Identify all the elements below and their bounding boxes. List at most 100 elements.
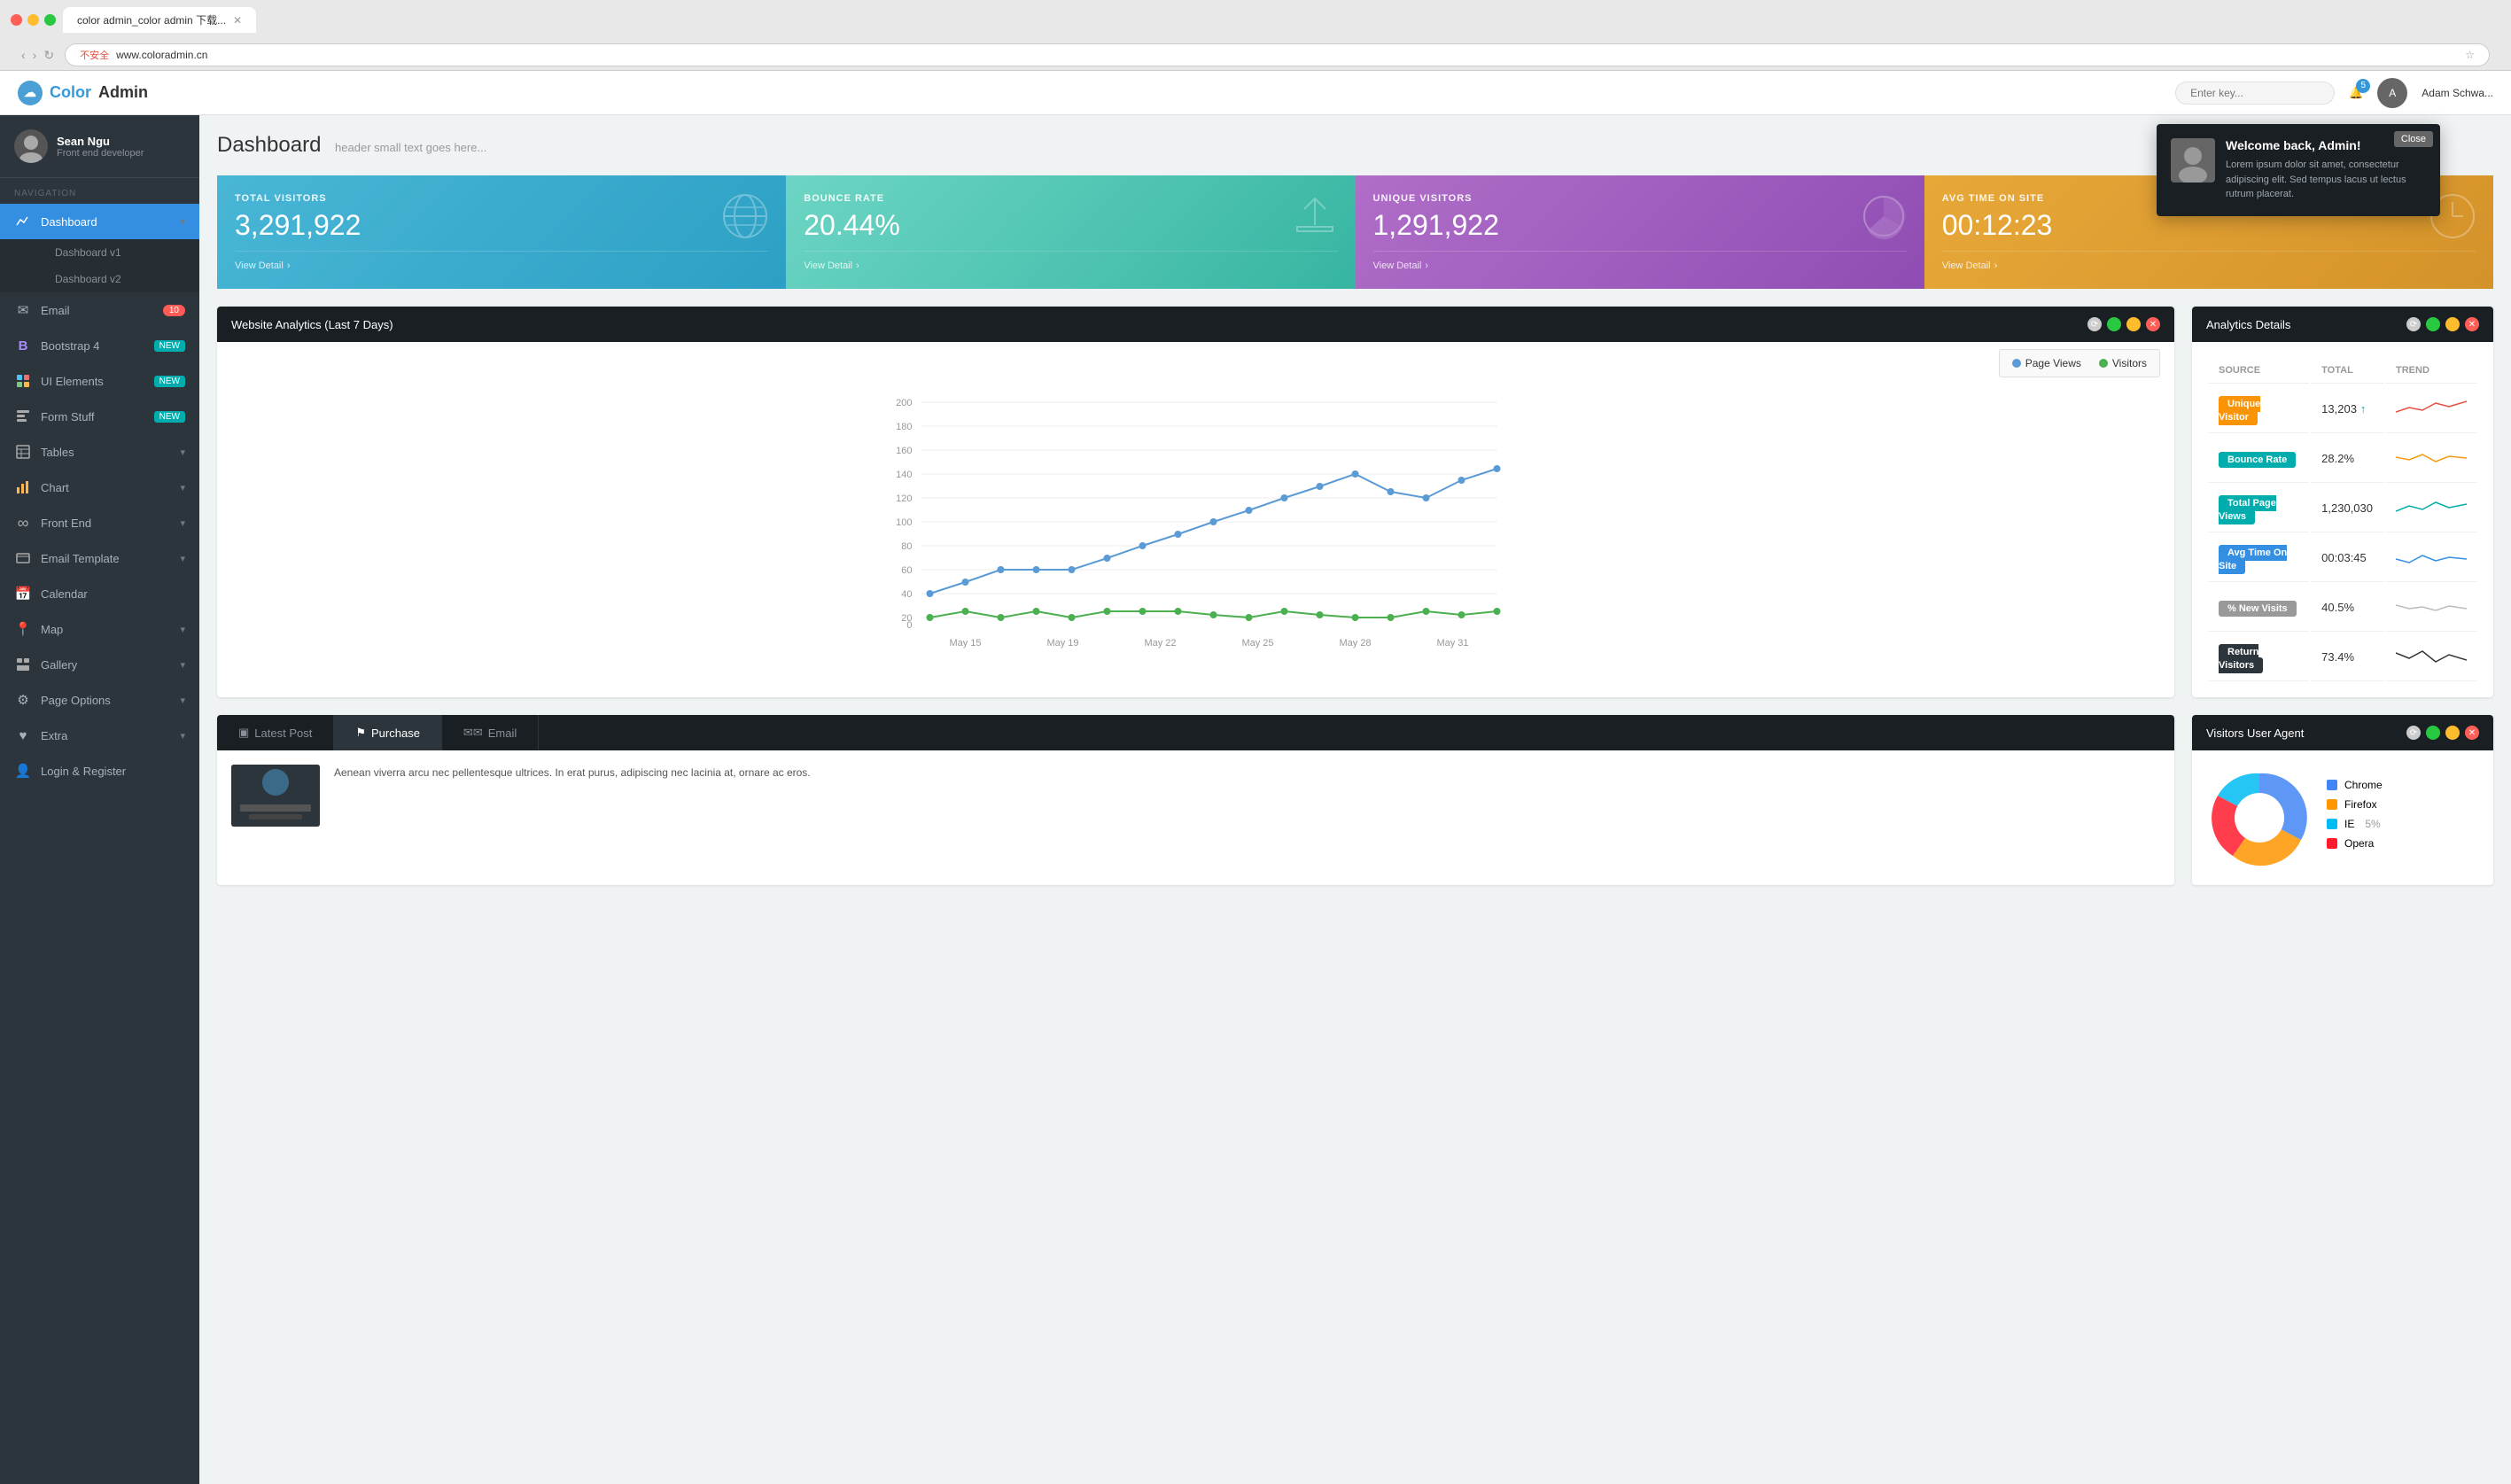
notification-count: 5	[2356, 79, 2370, 93]
tab-email[interactable]: ✉✉ Email	[442, 715, 539, 750]
window-controls	[11, 14, 56, 26]
notif-body: Lorem ipsum dolor sit amet, consectetur …	[2226, 158, 2426, 202]
notification-popup: Welcome back, Admin! Lorem ipsum dolor s…	[2157, 124, 2440, 216]
ui-new-badge: NEW	[154, 376, 185, 387]
sidebar-subitem-dashboard-v2[interactable]: Dashboard v2	[41, 266, 199, 292]
main-content: Dashboard header small text goes here...…	[199, 115, 2511, 1484]
visitors-close-button[interactable]: ✕	[2465, 726, 2479, 740]
svg-text:May 15: May 15	[949, 638, 981, 649]
total-pageviews: 1,230,030	[2321, 501, 2373, 515]
tab-label-purchase: Purchase	[371, 726, 420, 740]
svg-text:80: 80	[901, 541, 912, 552]
email-tab-icon: ✉✉	[463, 726, 483, 740]
trend-line-unique	[2396, 394, 2467, 421]
reload-button[interactable]: ↻	[43, 48, 54, 63]
visitors-minimize-button[interactable]	[2445, 726, 2460, 740]
up-arrow-icon: ↑	[2360, 402, 2367, 416]
analytics-details-panel: Analytics Details ⟳ ✕ Source	[2192, 307, 2493, 697]
col-header-total: Total	[2311, 358, 2383, 384]
sidebar-user-info: Sean Ngu Front end developer	[57, 135, 144, 159]
trend-line-return	[2396, 642, 2467, 669]
sidebar-item-form-stuff[interactable]: Form Stuff NEW	[0, 399, 199, 434]
sidebar-item-ui-elements[interactable]: UI Elements NEW	[0, 363, 199, 399]
analytics-chart-title: Website Analytics (Last 7 Days)	[231, 318, 393, 331]
analytics-refresh-button[interactable]: ⟳	[2406, 317, 2421, 331]
close-panel-button[interactable]: ✕	[2146, 317, 2160, 331]
source-badge-return: Return Visitors	[2219, 644, 2263, 673]
analytics-maximize-button[interactable]	[2426, 317, 2440, 331]
back-button[interactable]: ‹	[21, 48, 26, 63]
sidebar-item-extra[interactable]: ♥ Extra ▾	[0, 718, 199, 753]
front-end-icon: ∞	[14, 514, 32, 532]
sidebar-item-email-template[interactable]: Email Template ▾	[0, 540, 199, 576]
stat-footer-visitors[interactable]: View Detail ›	[235, 251, 768, 271]
sidebar-item-label-frontend: Front End	[41, 517, 171, 530]
bookmark-icon[interactable]: ☆	[2465, 49, 2475, 61]
maximize-window-button[interactable]	[44, 14, 56, 26]
sidebar-user-role: Front end developer	[57, 148, 144, 159]
sidebar-item-calendar[interactable]: 📅 Calendar	[0, 576, 199, 611]
analytics-details-table: Source Total Trend Unique Visitor 13,203…	[2206, 356, 2479, 683]
forward-button[interactable]: ›	[33, 48, 37, 63]
address-bar: ‹ › ↻ 不安全 www.coloradmin.cn ☆	[11, 40, 2500, 70]
bottom-grid: ▣ Latest Post ⚑ Purchase ✉✉ Email	[217, 715, 2493, 885]
analytics-close-button[interactable]: ✕	[2465, 317, 2479, 331]
stat-footer-bounce[interactable]: View Detail ›	[804, 251, 1337, 271]
ie-percent: 5%	[2365, 818, 2380, 830]
minimize-window-button[interactable]	[27, 14, 39, 26]
browser-tab[interactable]: color admin_color admin 下载... ✕	[63, 7, 256, 33]
logo: ☁ Color Admin	[18, 81, 148, 105]
address-input[interactable]: 不安全 www.coloradmin.cn ☆	[65, 43, 2490, 66]
sidebar-item-front-end[interactable]: ∞ Front End ▾	[0, 505, 199, 540]
sidebar-item-label-page-options: Page Options	[41, 694, 171, 707]
close-tab-button[interactable]: ✕	[233, 14, 242, 27]
svg-text:0: 0	[906, 620, 912, 631]
sidebar-item-dashboard[interactable]: Dashboard ▾	[0, 204, 199, 239]
tab-latest-post[interactable]: ▣ Latest Post	[217, 715, 334, 750]
legend-item-ie: IE 5%	[2327, 818, 2479, 830]
sidebar-nav-label: Navigation	[0, 178, 199, 204]
sidebar-subitem-dashboard-v1[interactable]: Dashboard v1	[41, 239, 199, 266]
tab-content-area: Aenean viverra arcu nec pellentesque ult…	[217, 750, 2174, 841]
minimize-button[interactable]	[2126, 317, 2141, 331]
dashboard-chevron-icon: ▾	[180, 216, 185, 228]
close-window-button[interactable]	[11, 14, 22, 26]
stat-footer-avgtime[interactable]: View Detail ›	[1942, 251, 2476, 271]
sidebar-item-page-options[interactable]: ⚙ Page Options ▾	[0, 682, 199, 718]
sidebar-item-login-register[interactable]: 👤 Login & Register	[0, 753, 199, 789]
notif-close-button[interactable]: Close	[2394, 131, 2433, 147]
sidebar-user-profile: Sean Ngu Front end developer	[0, 115, 199, 178]
sidebar-item-gallery[interactable]: Gallery ▾	[0, 647, 199, 682]
user-avatar[interactable]: A	[2377, 78, 2407, 108]
browser-frame: color admin_color admin 下载... ✕ ‹ › ↻ 不安…	[0, 0, 2511, 71]
sidebar-sub-dashboard: Dashboard v1 Dashboard v2	[0, 239, 199, 292]
app-container: Sean Ngu Front end developer Navigation …	[0, 115, 2511, 1484]
sidebar-item-map[interactable]: 📍 Map ▾	[0, 611, 199, 647]
stat-card-total-visitors: TOTAL VISITORS 3,291,922 View Detail ›	[217, 175, 786, 289]
sidebar-item-label-chart: Chart	[41, 481, 171, 494]
visitors-maximize-button[interactable]	[2426, 726, 2440, 740]
visitors-refresh-button[interactable]: ⟳	[2406, 726, 2421, 740]
firefox-color-swatch	[2327, 799, 2337, 810]
tab-purchase[interactable]: ⚑ Purchase	[334, 715, 442, 750]
table-row: % New Visits 40.5%	[2208, 584, 2477, 632]
pie-chart-icon	[1857, 190, 1910, 253]
maximize-button[interactable]	[2107, 317, 2121, 331]
sidebar-item-email[interactable]: ✉ Email 10	[0, 292, 199, 328]
analytics-minimize-button[interactable]	[2445, 317, 2460, 331]
svg-text:100: 100	[896, 517, 912, 528]
table-row: Total Page Views 1,230,030	[2208, 485, 2477, 532]
stat-footer-unique[interactable]: View Detail ›	[1373, 251, 1907, 271]
stat-value-unique: 1,291,922	[1373, 209, 1907, 242]
source-badge-avgtime: Avg Time On Site	[2219, 545, 2287, 574]
refresh-button[interactable]: ⟳	[2087, 317, 2102, 331]
post-text-content: Aenean viverra arcu nec pellentesque ult…	[334, 765, 811, 827]
opera-label: Opera	[2344, 837, 2374, 850]
sidebar-item-label-calendar: Calendar	[41, 587, 185, 601]
notification-button[interactable]: 🔔 5	[2349, 86, 2363, 100]
sidebar-item-tables[interactable]: Tables ▾	[0, 434, 199, 470]
sidebar-item-bootstrap[interactable]: B Bootstrap 4 NEW	[0, 328, 199, 363]
search-input[interactable]	[2175, 82, 2335, 105]
sidebar-item-chart[interactable]: Chart ▾	[0, 470, 199, 505]
svg-text:160: 160	[896, 446, 912, 456]
